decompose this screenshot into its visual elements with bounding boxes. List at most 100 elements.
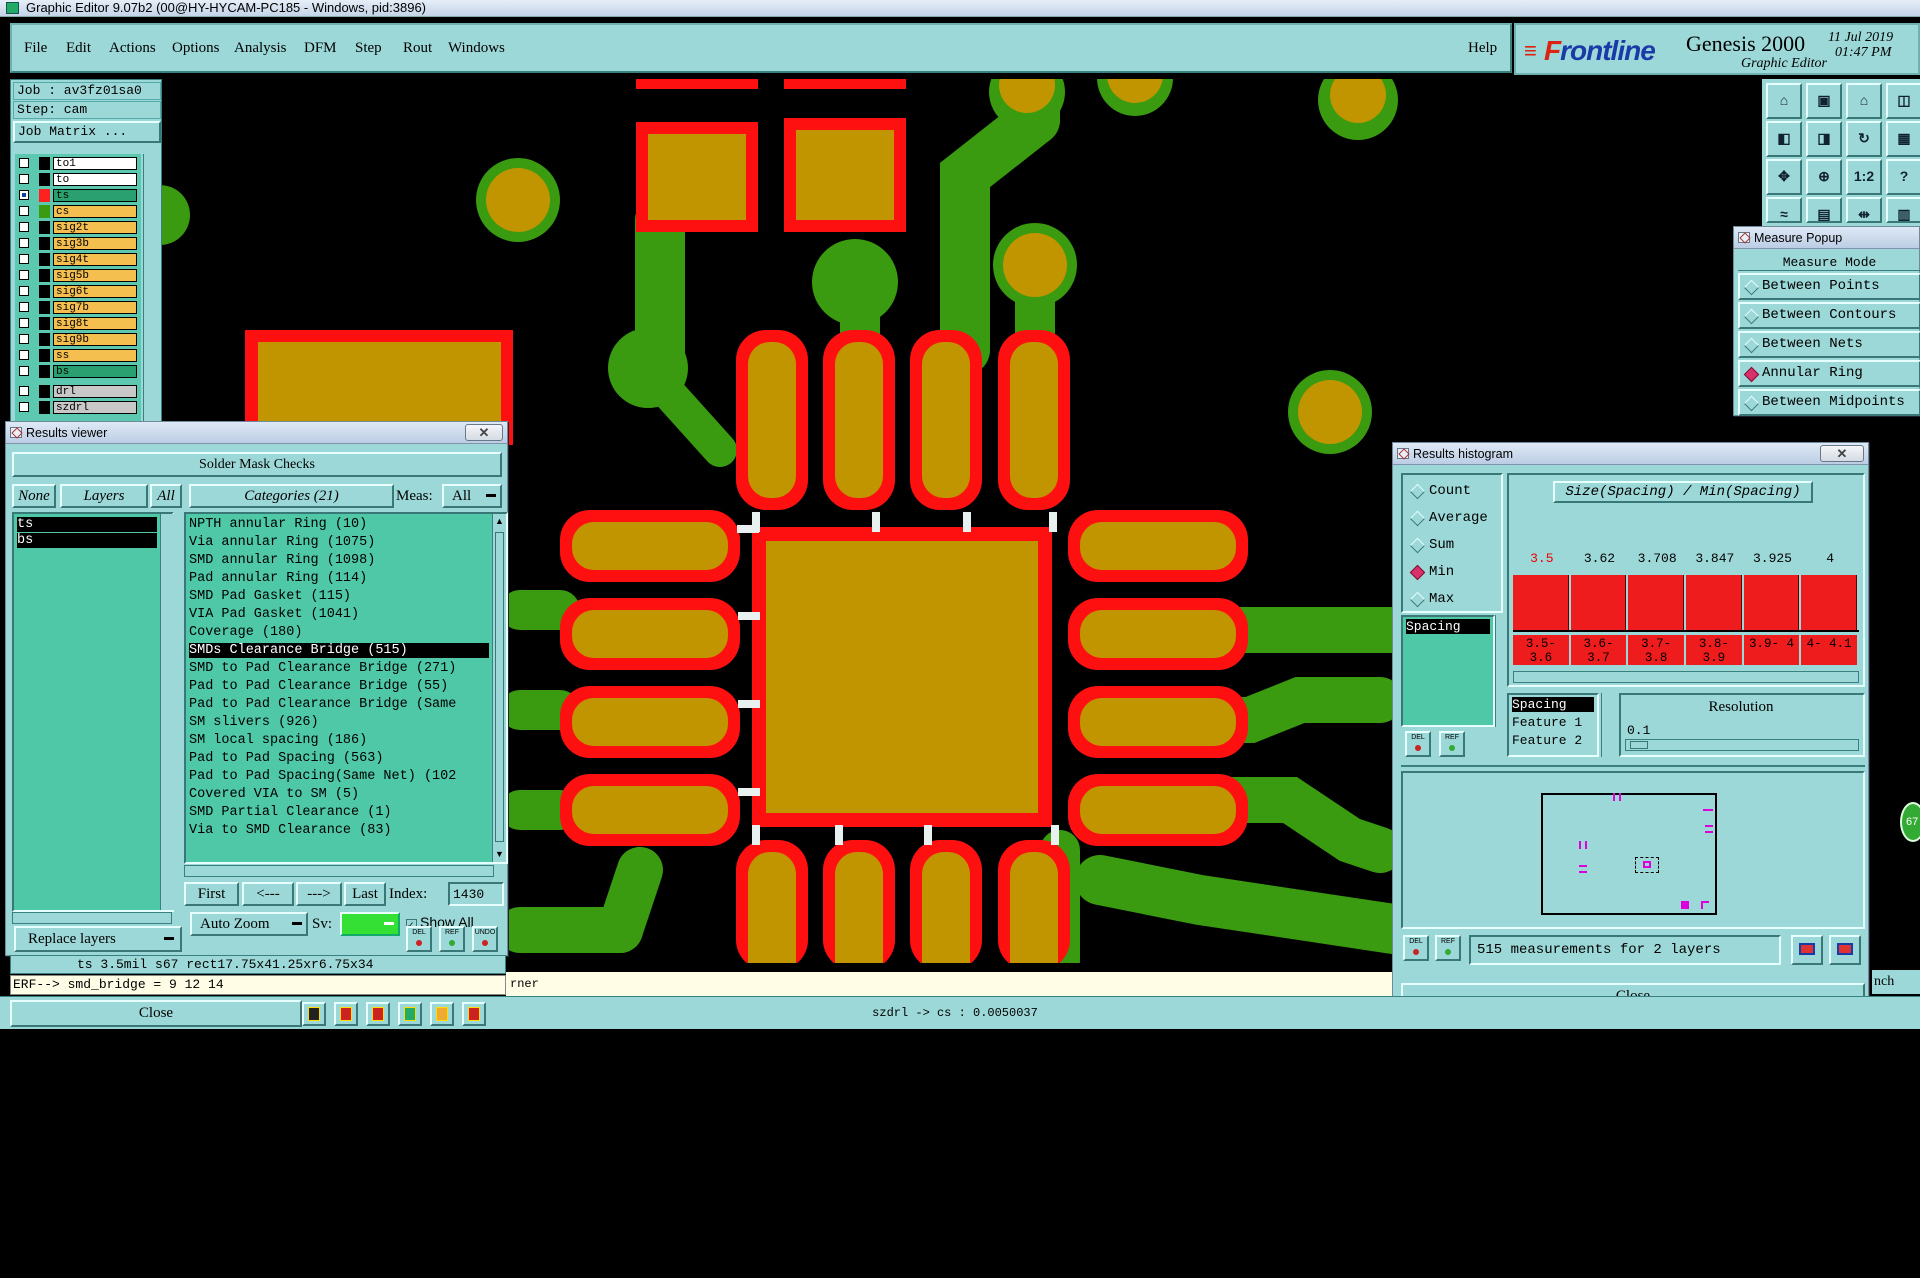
zoom-in-icon[interactable]: ▣ xyxy=(1806,83,1842,119)
menu-actions[interactable]: Actions xyxy=(109,40,156,57)
category-item[interactable]: SMD Pad Gasket (115) xyxy=(189,589,489,604)
fit-icon[interactable]: ✥ xyxy=(1766,159,1802,195)
export-chart-icon[interactable] xyxy=(1791,935,1823,965)
category-item[interactable]: Pad annular Ring (114) xyxy=(189,571,489,586)
measure-icon[interactable]: ⇹ xyxy=(1846,197,1882,223)
category-item[interactable]: Pad to Pad Spacing (563) xyxy=(189,751,489,766)
menu-analysis[interactable]: Analysis xyxy=(234,40,287,57)
all-layers-button[interactable]: All xyxy=(150,484,182,508)
menu-dfm[interactable]: DFM xyxy=(304,40,337,57)
number-tool-icon[interactable] xyxy=(398,1002,422,1026)
redraw-icon[interactable]: ↻ xyxy=(1846,121,1882,157)
histogram-delete-button[interactable]: DEL xyxy=(1405,731,1431,757)
chart-tool-icon[interactable] xyxy=(462,1002,486,1026)
delete-button[interactable]: DEL xyxy=(406,926,432,952)
category-item[interactable]: Via to SMD Clearance (83) xyxy=(189,823,489,838)
scroll-thumb[interactable] xyxy=(495,532,504,842)
slider-thumb[interactable] xyxy=(1630,741,1648,749)
measure-option-between-midpoints[interactable]: Between Midpoints xyxy=(1738,389,1920,416)
categories-list[interactable]: NPTH annular Ring (10) Via annular Ring (… xyxy=(184,512,508,864)
layer-checkbox[interactable] xyxy=(19,190,29,200)
layer-row-drl[interactable]: drl xyxy=(15,384,141,399)
results-layer-list[interactable]: ts bs xyxy=(12,512,174,912)
attribute-list[interactable]: Spacing xyxy=(1401,615,1495,727)
stat-option-average[interactable]: Average xyxy=(1407,508,1499,528)
category-item[interactable]: Coverage (180) xyxy=(189,625,489,640)
snap-icon[interactable]: ≈ xyxy=(1766,197,1802,223)
field-item[interactable]: Feature 1 xyxy=(1512,715,1594,730)
field-scrollbar[interactable] xyxy=(1601,693,1615,757)
layer-checkbox[interactable] xyxy=(19,222,29,232)
category-item[interactable]: SMD annular Ring (1098) xyxy=(189,553,489,568)
layer-row-szdrl[interactable]: szdrl xyxy=(15,400,141,415)
measure-option-between-nets[interactable]: Between Nets xyxy=(1738,331,1920,358)
menu-options[interactable]: Options xyxy=(172,40,220,57)
category-item[interactable]: Pad to Pad Spacing(Same Net) (102 xyxy=(189,769,489,784)
histogram-bar[interactable] xyxy=(1570,575,1627,630)
layer-row-sig4t[interactable]: sig4t xyxy=(15,252,141,267)
graphic-tool-icon[interactable] xyxy=(334,1002,358,1026)
results-layer-item[interactable]: bs xyxy=(17,533,157,548)
category-item[interactable]: NPTH annular Ring (10) xyxy=(189,517,489,532)
layers-button[interactable]: Layers xyxy=(60,484,148,508)
scroll-up-icon[interactable]: ▲ xyxy=(494,516,505,527)
category-item[interactable]: SM slivers (926) xyxy=(189,715,489,730)
layer-row-sig9b[interactable]: sig9b xyxy=(15,332,141,347)
layer-checkbox[interactable] xyxy=(19,238,29,248)
layer-checkbox[interactable] xyxy=(19,270,29,280)
layer-checkbox[interactable] xyxy=(19,206,29,216)
menu-edit[interactable]: Edit xyxy=(66,40,91,57)
zoom-home-icon[interactable]: ⌂ xyxy=(1766,83,1802,119)
layer-checkbox[interactable] xyxy=(19,174,29,184)
histogram-bar[interactable] xyxy=(1801,575,1857,630)
pan-left-icon[interactable]: ◧ xyxy=(1766,121,1802,157)
layer-checkbox[interactable] xyxy=(19,286,29,296)
layer-checkbox[interactable] xyxy=(19,158,29,168)
layer-row-to[interactable]: to xyxy=(15,172,141,187)
layer-checkbox[interactable] xyxy=(19,318,29,328)
zoom-area-icon[interactable]: ⊕ xyxy=(1806,159,1842,195)
layer-checkbox[interactable] xyxy=(19,254,29,264)
preview-reference-button[interactable]: REF xyxy=(1435,935,1461,961)
histogram-titlebar[interactable]: Results histogram ✕ xyxy=(1393,443,1868,465)
first-button[interactable]: First xyxy=(184,882,239,906)
help-button[interactable]: ? xyxy=(1886,159,1920,195)
layer-row-bs[interactable]: bs xyxy=(15,364,141,379)
stat-option-sum[interactable]: Sum xyxy=(1407,535,1499,555)
none-button[interactable]: None xyxy=(12,484,56,508)
layer-row-sig7b[interactable]: sig7b xyxy=(15,300,141,315)
next-button[interactable]: ---> xyxy=(296,882,342,906)
histogram-bar[interactable] xyxy=(1686,575,1742,630)
results-viewer-titlebar[interactable]: Results viewer ✕ xyxy=(6,422,507,444)
pan-right-icon[interactable]: ◨ xyxy=(1806,121,1842,157)
category-item[interactable]: Via annular Ring (1075) xyxy=(189,535,489,550)
meas-select[interactable]: All xyxy=(442,484,502,508)
category-item[interactable]: Pad to Pad Clearance Bridge (55) xyxy=(189,679,489,694)
print-chart-icon[interactable] xyxy=(1829,935,1861,965)
attribute-item[interactable]: Spacing xyxy=(1406,619,1490,634)
category-item[interactable]: SMD to Pad Clearance Bridge (271) xyxy=(189,661,489,676)
close-button[interactable]: Close xyxy=(10,1000,302,1027)
layer-checkbox[interactable] xyxy=(19,402,29,412)
job-matrix-button[interactable]: Job Matrix ... xyxy=(13,121,161,143)
layer-checkbox[interactable] xyxy=(19,334,29,344)
layer-row-ts[interactable]: ts xyxy=(15,188,141,203)
cross-tool-icon[interactable] xyxy=(366,1002,390,1026)
measure-popup-titlebar[interactable]: Measure Popup xyxy=(1734,227,1919,249)
index-input[interactable] xyxy=(448,882,504,906)
field-item[interactable]: Spacing xyxy=(1512,697,1594,712)
histogram-bar[interactable] xyxy=(1628,575,1684,630)
close-icon[interactable]: ✕ xyxy=(465,424,503,441)
layer-checkbox[interactable] xyxy=(19,366,29,376)
layer-list-scrollbar[interactable] xyxy=(160,514,174,910)
menu-help[interactable]: Help xyxy=(1468,40,1497,57)
results-layer-item[interactable]: ts xyxy=(17,517,157,532)
layer-checkbox[interactable] xyxy=(19,302,29,312)
scroll-down-icon[interactable]: ▼ xyxy=(494,849,505,860)
menu-file[interactable]: File xyxy=(24,40,47,57)
resolution-slider[interactable] xyxy=(1625,739,1859,751)
layer-row-sig5b[interactable]: sig5b xyxy=(15,268,141,283)
layer-row-ss[interactable]: ss xyxy=(15,348,141,363)
layer-checkbox[interactable] xyxy=(19,350,29,360)
pan-icon[interactable]: ◫ xyxy=(1886,83,1920,119)
